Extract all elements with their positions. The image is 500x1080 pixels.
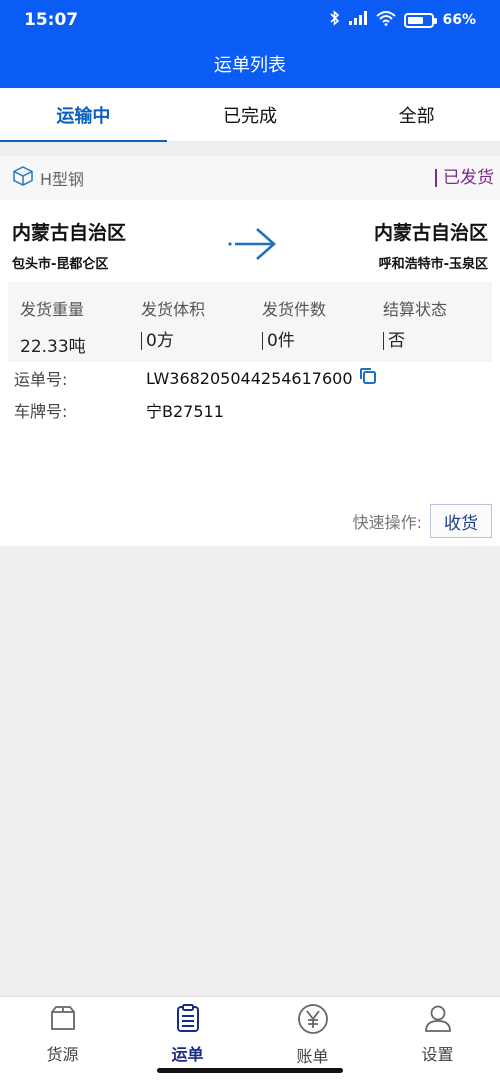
clipboard-icon (173, 1003, 203, 1037)
stat-volume: 发货体积 0方 (129, 282, 250, 362)
stat-value: 否 (383, 332, 492, 350)
stat-label: 结算状态 (383, 300, 448, 319)
wifi-icon (376, 10, 397, 30)
origin-city: 包头市-昆都仑区 (12, 257, 109, 272)
waybill-card[interactable]: H型钢 已发货 内蒙古自治区 包头市-昆都仑区 内蒙古自治区 呼和浩特市-玉泉区… (0, 156, 500, 546)
nav-label: 货源 (46, 1045, 79, 1064)
tab-label: 全部 (398, 105, 435, 127)
shipment-stats: 发货重量 22.33吨 发货体积 0方 发货件数 0件 结算状态 否 (8, 282, 492, 362)
quick-actions-label: 快速操作: (352, 513, 422, 532)
tab-label: 已完成 (223, 105, 277, 127)
arrow-right-icon (227, 226, 279, 266)
bluetooth-icon (330, 10, 340, 30)
origin-province: 内蒙古自治区 (12, 222, 127, 244)
stat-value: 0件 (262, 332, 371, 350)
goods-name: H型钢 (12, 165, 84, 191)
tab-label: 运输中 (56, 105, 111, 127)
tab-all[interactable]: 全部 (333, 88, 500, 141)
status-badge: 已发货 (435, 169, 494, 187)
status-bar: 15:07 66% (0, 0, 500, 40)
route-origin: 内蒙古自治区 包头市-昆都仑区 (12, 218, 126, 272)
waybill-number: LW368205044254617600 (146, 368, 353, 388)
stat-value: 0方 (141, 332, 250, 350)
copy-icon[interactable] (359, 367, 377, 389)
tab-in-transit[interactable]: 运输中 (0, 88, 167, 142)
stat-pieces: 发货件数 0件 (250, 282, 371, 362)
title-bar: 运单列表 (0, 40, 500, 88)
battery-percent: 66% (442, 12, 476, 28)
destination-city: 呼和浩特市-玉泉区 (378, 257, 488, 272)
goods-label: H型钢 (40, 170, 85, 189)
status-time: 15:07 (24, 10, 79, 30)
battery-fill (408, 16, 424, 24)
stat-value: 22.33吨 (20, 337, 86, 357)
route: 内蒙古自治区 包头市-昆都仑区 内蒙古自治区 呼和浩特市-玉泉区 (12, 218, 488, 278)
plate-number: 宁B27511 (146, 402, 224, 421)
nav-settings[interactable]: 设置 (375, 997, 500, 1080)
home-indicator[interactable] (157, 1068, 343, 1073)
signal-icon (348, 10, 368, 30)
stat-weight: 发货重量 22.33吨 (8, 282, 129, 362)
route-destination: 内蒙古自治区 呼和浩特市-玉泉区 (374, 218, 488, 272)
package-icon (12, 165, 34, 191)
tab-completed[interactable]: 已完成 (167, 88, 334, 141)
tab-bar: 运输中 已完成 全部 (0, 88, 500, 142)
user-icon (423, 1003, 453, 1037)
nav-label: 设置 (421, 1045, 454, 1064)
box-icon (48, 1003, 78, 1037)
stat-label: 发货体积 (141, 300, 206, 319)
waybill-label: 运单号: (14, 370, 68, 389)
waybill-value: LW368205044254617600 (146, 367, 377, 389)
battery-icon (404, 12, 438, 28)
nav-goods-source[interactable]: 货源 (0, 997, 125, 1080)
stat-label: 发货重量 (20, 300, 85, 319)
destination-province: 内蒙古自治区 (373, 222, 488, 244)
plate-row: 车牌号: 宁B27511 (14, 398, 224, 422)
quick-actions: 快速操作: 收货 (353, 504, 492, 538)
status-icons: 66% (330, 10, 476, 30)
nav-label: 账单 (296, 1047, 329, 1066)
stat-settlement: 结算状态 否 (371, 282, 492, 362)
receive-button[interactable]: 收货 (430, 504, 492, 538)
plate-label: 车牌号: (14, 402, 68, 421)
card-header: H型钢 已发货 (0, 156, 500, 200)
yen-icon (297, 1003, 329, 1039)
nav-label: 运单 (171, 1045, 204, 1064)
stat-label: 发货件数 (262, 300, 327, 319)
waybill-row: 运单号: LW368205044254617600 (14, 366, 377, 390)
page-title: 运单列表 (214, 55, 286, 76)
